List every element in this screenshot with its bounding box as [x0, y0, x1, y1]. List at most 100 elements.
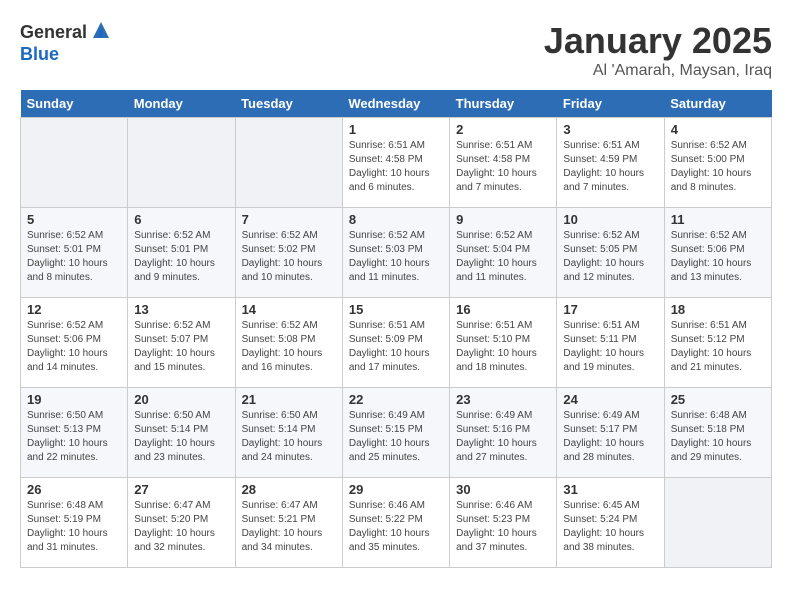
day-number: 4 [671, 122, 765, 137]
day-info: Sunrise: 6:51 AM Sunset: 5:11 PM Dayligh… [563, 319, 657, 375]
calendar-cell: 18 Sunrise: 6:51 AM Sunset: 5:12 PM Dayli… [664, 298, 771, 388]
day-number: 3 [563, 122, 657, 137]
week-row-4: 19 Sunrise: 6:50 AM Sunset: 5:13 PM Dayli… [21, 388, 772, 478]
day-number: 26 [27, 482, 121, 497]
page-header: General Blue January 2025 Al 'Amarah, Ma… [20, 20, 772, 80]
day-number: 14 [242, 302, 336, 317]
day-info: Sunrise: 6:51 AM Sunset: 4:58 PM Dayligh… [456, 139, 550, 195]
day-number: 2 [456, 122, 550, 137]
day-info: Sunrise: 6:52 AM Sunset: 5:05 PM Dayligh… [563, 229, 657, 285]
calendar-cell: 31Sunrise: 6:45 AM Sunset: 5:24 PM Dayli… [557, 478, 664, 568]
day-number: 13 [134, 302, 228, 317]
day-number: 29 [349, 482, 443, 497]
day-info: Sunrise: 6:52 AM Sunset: 5:03 PM Dayligh… [349, 229, 443, 285]
day-number: 23 [456, 392, 550, 407]
day-info: Sunrise: 6:46 AM Sunset: 5:22 PM Dayligh… [349, 499, 443, 555]
day-info: Sunrise: 6:51 AM Sunset: 4:59 PM Dayligh… [563, 139, 657, 195]
day-number: 21 [242, 392, 336, 407]
calendar-cell [128, 118, 235, 208]
day-number: 12 [27, 302, 121, 317]
day-info: Sunrise: 6:45 AM Sunset: 5:24 PM Dayligh… [563, 499, 657, 555]
calendar-cell: 14 Sunrise: 6:52 AM Sunset: 5:08 PM Dayli… [235, 298, 342, 388]
day-number: 8 [349, 212, 443, 227]
month-title: January 2025 [544, 20, 772, 62]
day-info: Sunrise: 6:49 AM Sunset: 5:17 PM Dayligh… [563, 409, 657, 465]
calendar-cell [21, 118, 128, 208]
day-info: Sunrise: 6:52 AM Sunset: 5:02 PM Dayligh… [242, 229, 336, 285]
day-info: Sunrise: 6:48 AM Sunset: 5:18 PM Dayligh… [671, 409, 765, 465]
weekday-header-monday: Monday [128, 90, 235, 118]
day-number: 27 [134, 482, 228, 497]
logo-icon [89, 20, 113, 44]
weekday-header-thursday: Thursday [450, 90, 557, 118]
calendar-cell: 1 Sunrise: 6:51 AM Sunset: 4:58 PM Daylig… [342, 118, 449, 208]
day-info: Sunrise: 6:51 AM Sunset: 4:58 PM Dayligh… [349, 139, 443, 195]
calendar-cell: 16Sunrise: 6:51 AM Sunset: 5:10 PM Dayli… [450, 298, 557, 388]
logo-general-text: General [20, 22, 87, 43]
calendar-cell: 21Sunrise: 6:50 AM Sunset: 5:14 PM Dayli… [235, 388, 342, 478]
calendar-cell: 30 Sunrise: 6:46 AM Sunset: 5:23 PM Dayli… [450, 478, 557, 568]
day-info: Sunrise: 6:46 AM Sunset: 5:23 PM Dayligh… [456, 499, 550, 555]
calendar-cell: 11 Sunrise: 6:52 AM Sunset: 5:06 PM Dayli… [664, 208, 771, 298]
calendar-cell: 7Sunrise: 6:52 AM Sunset: 5:02 PM Daylig… [235, 208, 342, 298]
calendar-cell: 19 Sunrise: 6:50 AM Sunset: 5:13 PM Dayli… [21, 388, 128, 478]
day-number: 10 [563, 212, 657, 227]
logo: General Blue [20, 20, 113, 65]
calendar-cell: 26 Sunrise: 6:48 AM Sunset: 5:19 PM Dayli… [21, 478, 128, 568]
calendar-cell: 17Sunrise: 6:51 AM Sunset: 5:11 PM Dayli… [557, 298, 664, 388]
day-info: Sunrise: 6:47 AM Sunset: 5:21 PM Dayligh… [242, 499, 336, 555]
weekday-header-saturday: Saturday [664, 90, 771, 118]
calendar-cell: 5 Sunrise: 6:52 AM Sunset: 5:01 PM Daylig… [21, 208, 128, 298]
day-number: 5 [27, 212, 121, 227]
day-info: Sunrise: 6:48 AM Sunset: 5:19 PM Dayligh… [27, 499, 121, 555]
calendar-cell: 12 Sunrise: 6:52 AM Sunset: 5:06 PM Dayli… [21, 298, 128, 388]
weekday-header-row: SundayMondayTuesdayWednesdayThursdayFrid… [21, 90, 772, 118]
day-info: Sunrise: 6:51 AM Sunset: 5:09 PM Dayligh… [349, 319, 443, 375]
week-row-5: 26 Sunrise: 6:48 AM Sunset: 5:19 PM Dayli… [21, 478, 772, 568]
calendar-cell: 22 Sunrise: 6:49 AM Sunset: 5:15 PM Dayli… [342, 388, 449, 478]
calendar-cell [664, 478, 771, 568]
day-info: Sunrise: 6:47 AM Sunset: 5:20 PM Dayligh… [134, 499, 228, 555]
weekday-header-wednesday: Wednesday [342, 90, 449, 118]
day-info: Sunrise: 6:52 AM Sunset: 5:06 PM Dayligh… [27, 319, 121, 375]
day-number: 11 [671, 212, 765, 227]
day-number: 20 [134, 392, 228, 407]
day-number: 22 [349, 392, 443, 407]
location-text: Al 'Amarah, Maysan, Iraq [544, 62, 772, 80]
day-info: Sunrise: 6:52 AM Sunset: 5:01 PM Dayligh… [134, 229, 228, 285]
day-info: Sunrise: 6:50 AM Sunset: 5:14 PM Dayligh… [134, 409, 228, 465]
day-number: 16 [456, 302, 550, 317]
day-number: 30 [456, 482, 550, 497]
day-info: Sunrise: 6:50 AM Sunset: 5:13 PM Dayligh… [27, 409, 121, 465]
weekday-header-sunday: Sunday [21, 90, 128, 118]
day-number: 9 [456, 212, 550, 227]
day-number: 1 [349, 122, 443, 137]
day-info: Sunrise: 6:51 AM Sunset: 5:12 PM Dayligh… [671, 319, 765, 375]
day-number: 6 [134, 212, 228, 227]
calendar-cell: 8 Sunrise: 6:52 AM Sunset: 5:03 PM Daylig… [342, 208, 449, 298]
weekday-header-friday: Friday [557, 90, 664, 118]
day-info: Sunrise: 6:52 AM Sunset: 5:00 PM Dayligh… [671, 139, 765, 195]
day-number: 24 [563, 392, 657, 407]
day-info: Sunrise: 6:49 AM Sunset: 5:15 PM Dayligh… [349, 409, 443, 465]
day-info: Sunrise: 6:52 AM Sunset: 5:04 PM Dayligh… [456, 229, 550, 285]
calendar-cell: 25 Sunrise: 6:48 AM Sunset: 5:18 PM Dayli… [664, 388, 771, 478]
day-info: Sunrise: 6:52 AM Sunset: 5:08 PM Dayligh… [242, 319, 336, 375]
calendar-cell: 29 Sunrise: 6:46 AM Sunset: 5:22 PM Dayli… [342, 478, 449, 568]
week-row-1: 1 Sunrise: 6:51 AM Sunset: 4:58 PM Daylig… [21, 118, 772, 208]
week-row-3: 12 Sunrise: 6:52 AM Sunset: 5:06 PM Dayli… [21, 298, 772, 388]
calendar-cell: 13 Sunrise: 6:52 AM Sunset: 5:07 PM Dayli… [128, 298, 235, 388]
day-info: Sunrise: 6:52 AM Sunset: 5:07 PM Dayligh… [134, 319, 228, 375]
day-number: 25 [671, 392, 765, 407]
calendar-table: SundayMondayTuesdayWednesdayThursdayFrid… [20, 90, 772, 568]
calendar-cell: 20 Sunrise: 6:50 AM Sunset: 5:14 PM Dayli… [128, 388, 235, 478]
day-info: Sunrise: 6:52 AM Sunset: 5:06 PM Dayligh… [671, 229, 765, 285]
calendar-cell: 3 Sunrise: 6:51 AM Sunset: 4:59 PM Daylig… [557, 118, 664, 208]
day-number: 19 [27, 392, 121, 407]
day-info: Sunrise: 6:52 AM Sunset: 5:01 PM Dayligh… [27, 229, 121, 285]
calendar-cell: 6 Sunrise: 6:52 AM Sunset: 5:01 PM Daylig… [128, 208, 235, 298]
week-row-2: 5 Sunrise: 6:52 AM Sunset: 5:01 PM Daylig… [21, 208, 772, 298]
calendar-cell: 27 Sunrise: 6:47 AM Sunset: 5:20 PM Dayli… [128, 478, 235, 568]
calendar-cell: 10 Sunrise: 6:52 AM Sunset: 5:05 PM Dayli… [557, 208, 664, 298]
day-number: 18 [671, 302, 765, 317]
